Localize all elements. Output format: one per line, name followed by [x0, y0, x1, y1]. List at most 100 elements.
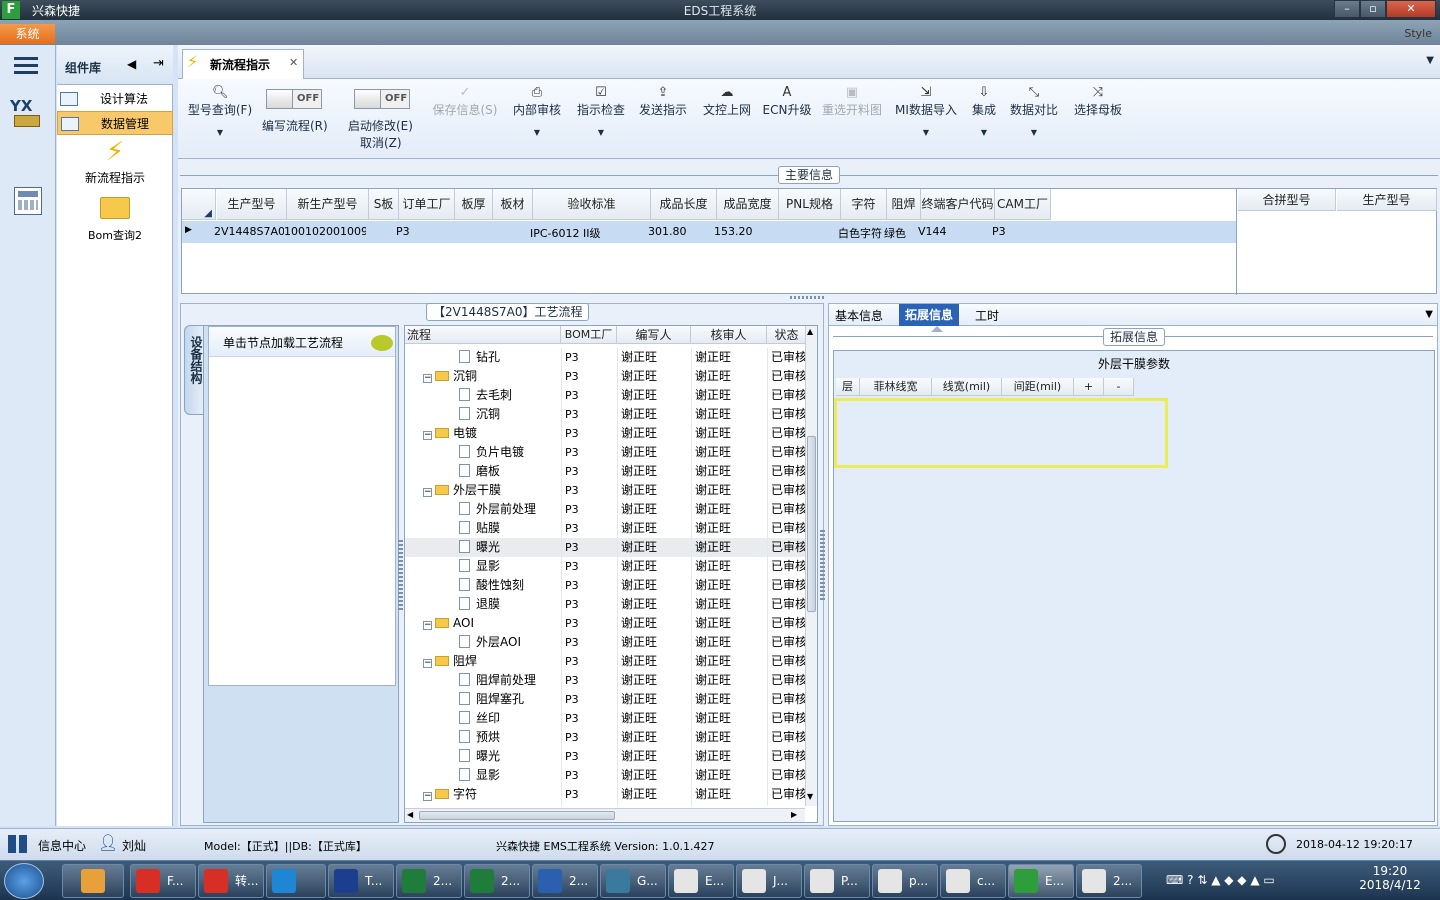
taskbar-item[interactable]: 2... — [464, 864, 530, 898]
tree-row[interactable]: 退膜 P3 谢正旺 谢正旺 已审核 — [405, 595, 807, 614]
merged-model-header[interactable]: 合拼型号 — [1238, 189, 1336, 211]
column-header[interactable]: 字符 — [841, 189, 887, 220]
tree-row[interactable]: 沉铜 P3 谢正旺 谢正旺 已审核 — [405, 405, 807, 424]
splitter-handle[interactable] — [790, 296, 826, 299]
tree-node[interactable]: 磨板 — [459, 462, 561, 481]
tree-node[interactable]: 沉铜 — [459, 405, 561, 424]
tree-node[interactable]: 预烘 — [459, 728, 561, 747]
system-menu-button[interactable]: 系统 — [0, 24, 55, 44]
launcher-bom-query[interactable]: Bom查询2 — [57, 197, 173, 243]
scroll-left-icon[interactable]: ◀ — [407, 810, 413, 819]
send-instruction-button[interactable]: ⇪ 发送指示 — [634, 79, 692, 157]
col-flow[interactable]: 流程 — [405, 326, 561, 344]
tree-node[interactable]: 酸性蚀刻 — [459, 576, 561, 595]
tree-node[interactable]: − 沉铜 — [423, 367, 561, 386]
yx-factory-icon[interactable]: YX — [10, 97, 44, 129]
table-cell[interactable]: IPC-6012 II级 — [530, 225, 648, 241]
scroll-right-icon[interactable]: ▶ — [791, 810, 797, 819]
calculator-icon[interactable] — [14, 187, 42, 215]
grid-apps-icon[interactable] — [8, 835, 28, 853]
column-header[interactable]: S板 — [369, 189, 399, 220]
tree-node[interactable]: − 字符 — [423, 785, 561, 804]
taskbar-item[interactable]: E... — [1008, 864, 1074, 898]
collapse-left-icon[interactable]: ◀ — [127, 57, 136, 71]
scroll-thumb-h[interactable] — [419, 811, 615, 820]
tree-node[interactable]: 负片电镀 — [459, 443, 561, 462]
tree-node[interactable]: 退膜 — [459, 595, 561, 614]
tab-new-flow-instruction[interactable]: ⚡ 新流程指示 ✕ — [182, 49, 304, 79]
style-menu[interactable]: Style — [1404, 27, 1432, 40]
tree-row[interactable]: 显影 P3 谢正旺 谢正旺 已审核 — [405, 766, 807, 785]
tab-basic-info[interactable]: 基本信息 — [835, 307, 883, 324]
table-cell[interactable]: 301.80 — [648, 225, 714, 238]
table-cell[interactable]: 白色字符 — [838, 225, 884, 241]
tree-row[interactable]: − AOI P3 谢正旺 谢正旺 已审核 — [405, 614, 807, 633]
production-model-header[interactable]: 生产型号 — [1337, 189, 1437, 211]
taskbar-item[interactable]: 2... — [396, 864, 462, 898]
column-header[interactable]: CAM工厂 — [995, 189, 1051, 220]
tree-row[interactable]: − 字符 P3 谢正旺 谢正旺 已审核 — [405, 785, 807, 804]
ecn-upgrade-button[interactable]: A ECN升级 — [762, 79, 812, 157]
launcher-new-flow[interactable]: ⚡ 新流程指示 — [57, 137, 173, 189]
lib-item-design-algo[interactable]: 设计算法 — [57, 87, 173, 111]
tree-row[interactable]: − 电镀 P3 谢正旺 谢正旺 已审核 — [405, 424, 807, 443]
tree-row[interactable]: 曝光 P3 谢正旺 谢正旺 已审核 — [405, 538, 807, 557]
param-column-header[interactable]: + — [1074, 378, 1104, 396]
tree-row[interactable]: − 沉铜 P3 谢正旺 谢正旺 已审核 — [405, 367, 807, 386]
tree-node[interactable]: 曝光 — [459, 747, 561, 766]
maximize-button[interactable]: ▫ — [1360, 0, 1386, 18]
taskbar-item[interactable] — [266, 864, 326, 898]
mi-import-button[interactable]: ⇲ MI数据导入 ▼ — [892, 79, 960, 157]
tree-node[interactable]: − 外层干膜 — [423, 481, 561, 500]
doc-control-upload-button[interactable]: ☁ 文控上网 — [698, 79, 756, 157]
pin-panel-icon[interactable]: ⇥ — [153, 56, 164, 71]
hamburger-menu-icon[interactable] — [14, 57, 38, 75]
tree-node[interactable]: 钻孔 — [459, 348, 561, 367]
collapse-icon[interactable]: − — [423, 374, 432, 383]
table-cell[interactable]: 153.20 — [714, 225, 776, 238]
lib-item-data-management[interactable]: 数据管理 — [57, 111, 173, 135]
taskbar-item[interactable]: p... — [872, 864, 938, 898]
col-reviewer[interactable]: 核审人 — [691, 326, 767, 344]
taskbar-item[interactable]: 转... — [198, 864, 264, 898]
table-cell[interactable]: V144 — [918, 225, 992, 238]
table-cell[interactable]: 绿色 — [884, 225, 918, 241]
taskbar-item[interactable]: E... — [668, 864, 734, 898]
taskbar-item[interactable]: 2... — [1076, 864, 1142, 898]
scroll-down-icon[interactable]: ▼ — [807, 792, 813, 801]
collapse-icon[interactable]: − — [423, 659, 432, 668]
param-column-header[interactable]: - — [1104, 378, 1134, 396]
horizontal-scrollbar[interactable]: ◀ ▶ — [405, 808, 805, 822]
splitter-vertical-2[interactable] — [820, 530, 825, 600]
column-header[interactable]: 新生产型号 — [287, 189, 369, 220]
col-bom[interactable]: BOM工厂 — [561, 326, 617, 344]
integrate-button[interactable]: ⇩ 集成 ▼ — [966, 79, 1002, 157]
scroll-up-icon[interactable]: ▲ — [807, 327, 813, 336]
table-cell[interactable]: P3 — [992, 225, 1048, 238]
cancel-button[interactable]: 取消(Z) — [360, 134, 402, 151]
tree-node[interactable]: 阻焊前处理 — [459, 671, 561, 690]
tree-node[interactable]: 外层前处理 — [459, 500, 561, 519]
table-cell[interactable]: 10010200100972 — [284, 225, 366, 238]
instruction-check-button[interactable]: ☑ 指示检查 ▼ — [572, 79, 630, 157]
tree-row[interactable]: 丝印 P3 谢正旺 谢正旺 已审核 — [405, 709, 807, 728]
info-center-link[interactable]: 信息中心 — [38, 837, 86, 854]
tree-row[interactable]: 酸性蚀刻 P3 谢正旺 谢正旺 已审核 — [405, 576, 807, 595]
tree-node[interactable]: − 阻焊 — [423, 652, 561, 671]
col-writer[interactable]: 编写人 — [617, 326, 691, 344]
splitter-vertical[interactable] — [398, 540, 403, 610]
column-header[interactable]: 生产型号 — [217, 189, 287, 220]
taskbar-item[interactable]: G... — [600, 864, 666, 898]
internal-review-button[interactable]: ⎙ 内部审核 ▼ — [508, 79, 566, 157]
model-query-button[interactable]: 🔍︎ 型号查询(F) ▼ — [184, 79, 256, 157]
table-cell[interactable]: P3 — [396, 225, 452, 238]
tray-icons[interactable]: ⌨ ? ⇅ ▲ ◆ ◆ ▲ ▭ — [1166, 873, 1316, 889]
tab-work-hours[interactable]: 工时 — [975, 307, 999, 324]
tree-node[interactable]: 丝印 — [459, 709, 561, 728]
taskbar-item[interactable]: 2... — [532, 864, 598, 898]
tree-node[interactable]: − AOI — [423, 614, 561, 633]
vertical-scrollbar[interactable]: ▲ ▼ — [805, 326, 817, 806]
tree-row[interactable]: − 阻焊 P3 谢正旺 谢正旺 已审核 — [405, 652, 807, 671]
tree-row[interactable]: 磨板 P3 谢正旺 谢正旺 已审核 — [405, 462, 807, 481]
close-button[interactable]: ✕ — [1386, 0, 1436, 18]
